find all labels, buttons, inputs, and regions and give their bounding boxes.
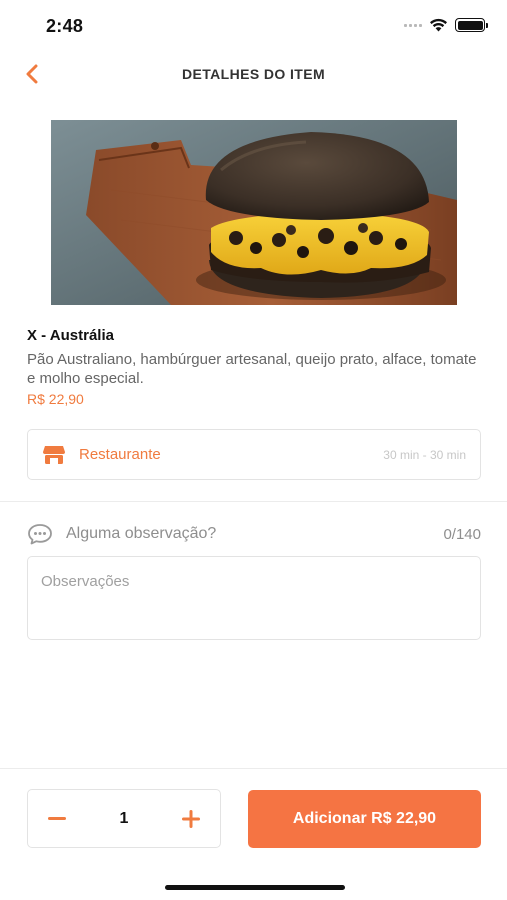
restaurant-card[interactable]: Restaurante 30 min - 30 min [27,429,481,480]
battery-icon [455,18,488,32]
character-counter: 0/140 [443,525,481,543]
observation-question: Alguma observação? [66,525,217,542]
quantity-value: 1 [119,809,129,827]
add-to-cart-button[interactable]: Adicionar R$ 22,90 [248,790,481,848]
restaurant-label: Restaurante [79,446,161,463]
store-icon [42,445,66,465]
item-photo [51,120,457,305]
status-icons [404,18,488,32]
item-price: R$ 22,90 [27,391,84,407]
item-description: Pão Australiano, hambúrguer artesanal, q… [27,351,477,387]
status-bar: 2:48 [0,0,507,52]
plus-icon [182,809,200,828]
observations-field[interactable] [27,556,481,640]
cellular-signal-icon [404,23,422,27]
burger-image [51,120,457,305]
footer-divider [0,768,507,769]
chat-bubble-icon [27,523,53,545]
wifi-icon [430,18,447,32]
status-time: 2:48 [46,16,84,36]
section-divider [0,501,507,502]
decrease-quantity-button[interactable] [46,808,68,830]
item-name: X - Austrália [27,327,114,344]
increase-quantity-button[interactable] [180,808,202,830]
observation-header: Alguma observação? 0/140 [27,522,481,546]
minus-icon [48,816,66,820]
page-title: DETALHES DO ITEM [181,66,326,82]
home-indicator[interactable] [165,885,345,890]
delivery-time: 30 min - 30 min [383,447,466,462]
nav-bar: DETALHES DO ITEM [0,52,507,98]
quantity-stepper: 1 [27,789,221,848]
